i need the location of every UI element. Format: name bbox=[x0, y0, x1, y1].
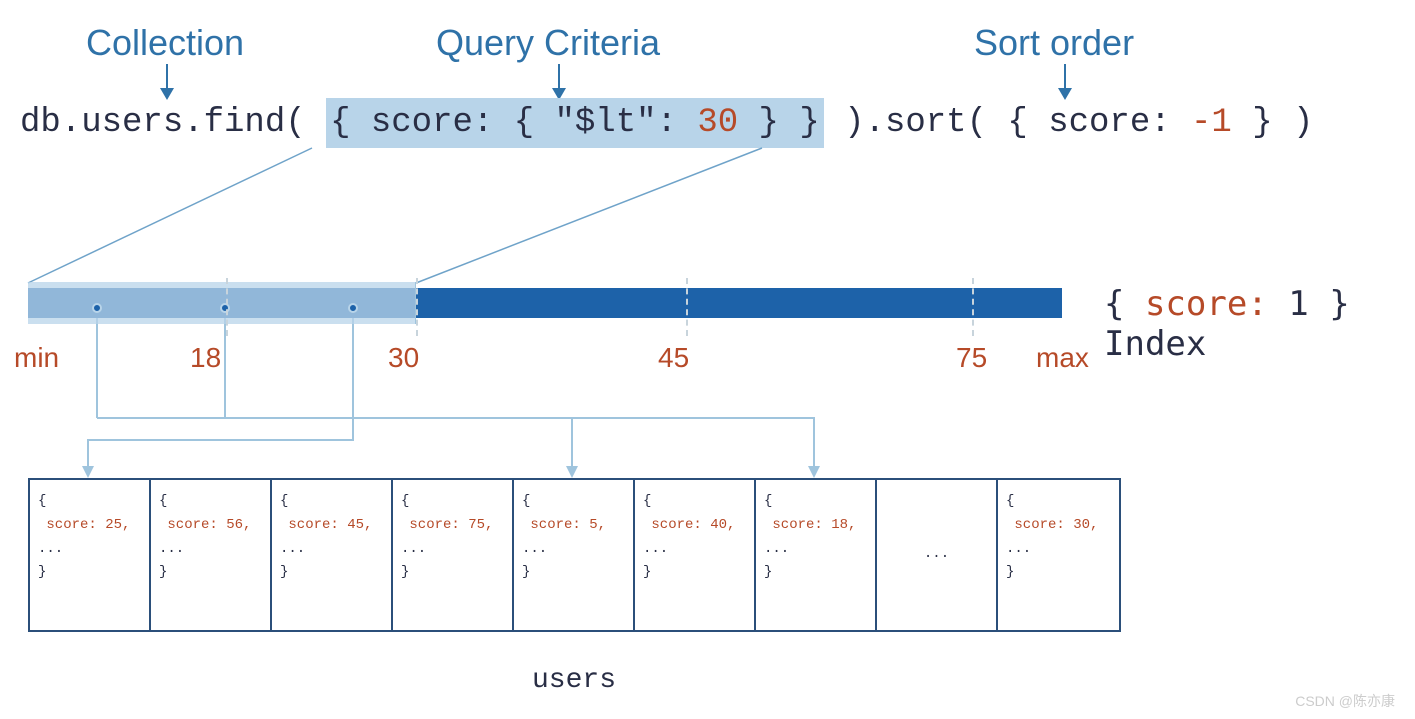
code-seg-hl-num: 30 bbox=[697, 104, 738, 142]
code-seg-prefix: db.users.find( bbox=[20, 104, 326, 142]
doc-cell: { score: 25, ... } bbox=[30, 480, 151, 630]
index-pin bbox=[92, 303, 102, 313]
arrow-down-icon bbox=[156, 62, 178, 102]
axis-label-max: max bbox=[1036, 342, 1089, 374]
code-seg-sort-num: -1 bbox=[1191, 104, 1232, 142]
watermark: CSDN @陈亦康 bbox=[1295, 691, 1395, 711]
index-label-word: Index bbox=[1104, 324, 1206, 364]
doc-cell: { score: 18, ... } bbox=[756, 480, 877, 630]
axis-label-75: 75 bbox=[956, 342, 987, 374]
heading-sort-order: Sort order bbox=[974, 22, 1134, 64]
index-bar bbox=[28, 288, 1062, 318]
axis-label-30: 30 bbox=[388, 342, 419, 374]
code-highlight: { score: { "$lt": 30 } } bbox=[326, 98, 824, 148]
doc-cell: { score: 30, ... } bbox=[998, 480, 1119, 630]
doc-cell: { score: 56, ... } bbox=[151, 480, 272, 630]
doc-cell: { score: 75, ... } bbox=[393, 480, 514, 630]
axis-tick bbox=[226, 278, 228, 336]
axis-label-18: 18 bbox=[190, 342, 221, 374]
index-pin bbox=[220, 303, 230, 313]
axis-label-min: min bbox=[14, 342, 59, 374]
doc-cell: { score: 5, ... } bbox=[514, 480, 635, 630]
arrow-down-icon bbox=[548, 62, 570, 102]
doc-cell: { score: 45, ... } bbox=[272, 480, 393, 630]
query-code-line: db.users.find( { score: { "$lt": 30 } } … bbox=[20, 104, 1313, 142]
doc-cell: { score: 40, ... } bbox=[635, 480, 756, 630]
collection-name-label: users bbox=[532, 665, 616, 696]
code-seg-sort-prefix: ).sort( { score: bbox=[824, 104, 1191, 142]
heading-collection: Collection bbox=[86, 22, 244, 64]
code-seg-suffix: } ) bbox=[1232, 104, 1314, 142]
axis-tick bbox=[972, 278, 974, 336]
axis-label-45: 45 bbox=[658, 342, 689, 374]
index-spec-label: { score: 1 } Index bbox=[1104, 284, 1415, 364]
index-label-open: { bbox=[1104, 284, 1145, 324]
index-label-close: } bbox=[1309, 284, 1350, 324]
code-seg-hl-open: { score: { "$lt": bbox=[330, 104, 697, 142]
axis-tick bbox=[416, 278, 418, 336]
doc-cell-ellipsis: ... bbox=[877, 480, 998, 630]
code-seg-hl-close: } } bbox=[738, 104, 820, 142]
axis-tick bbox=[686, 278, 688, 336]
index-pin bbox=[348, 303, 358, 313]
index-label-key: score: bbox=[1145, 284, 1268, 324]
index-label-val: 1 bbox=[1268, 284, 1309, 324]
documents-row: { score: 25, ... } { score: 56, ... } { … bbox=[28, 478, 1121, 632]
arrow-down-icon bbox=[1054, 62, 1076, 102]
heading-query-criteria: Query Criteria bbox=[436, 22, 660, 64]
